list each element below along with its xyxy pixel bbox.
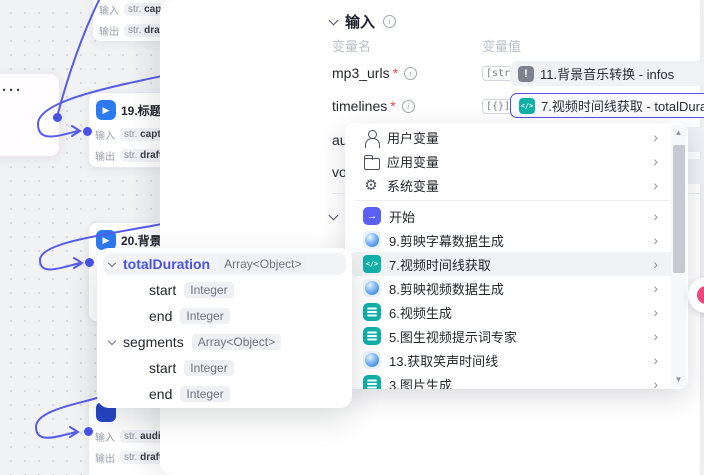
value-chip-timelines[interactable]: 7.视频时间线获取 - totalDuration	[510, 93, 704, 118]
output-label: 输出	[99, 23, 119, 38]
chevron-right-icon	[653, 177, 658, 193]
type-badge: Integer	[180, 386, 229, 402]
info-icon[interactable]	[404, 67, 417, 80]
dropdown-scrollbar	[671, 125, 686, 387]
chevron-right-icon	[653, 376, 658, 389]
info-icon[interactable]	[383, 15, 396, 28]
plugin-icon	[363, 351, 381, 369]
variable-select-dropdown: 用户变量 应用变量 系统变量 开始 9.剪映字幕数据生成 7.视频时间线获取	[345, 123, 688, 389]
play-icon: ▶	[96, 230, 116, 250]
output-chip: str. draft	[124, 24, 163, 37]
menu-item-node-3[interactable]: 3.图片生成	[349, 372, 684, 389]
collapse-chevron-icon[interactable]	[329, 210, 339, 220]
code-node-icon	[519, 98, 535, 114]
required-asterisk: *	[393, 65, 398, 81]
type-badge: Array<Object>	[218, 256, 307, 272]
node-output-row: 输出 str. draft	[89, 447, 169, 468]
menu-item-node-7[interactable]: 7.视频时间线获取	[349, 252, 684, 276]
chevron-right-icon	[653, 153, 658, 169]
tree-row-start[interactable]: start Integer	[103, 277, 346, 303]
value-chip-mp3-urls[interactable]: 11.背景音乐转换 - infos	[510, 61, 704, 86]
code-node-icon	[363, 255, 381, 273]
type-badge: Integer	[184, 360, 233, 376]
input-section-header: 输入	[330, 11, 396, 32]
node-output-row: 输出 str. draft	[89, 145, 169, 166]
menu-item-start-node[interactable]: 开始	[349, 204, 684, 228]
input-section-title: 输入	[345, 11, 375, 32]
var-name-timelines: timelines*	[332, 98, 415, 114]
start-node-icon	[363, 207, 381, 225]
scrollbar-thumb[interactable]	[673, 145, 685, 273]
node-19-title: 19.标题	[121, 102, 162, 119]
node-19[interactable]: ▶ 19.标题 输入 str. capt 输出 str. draft	[88, 92, 170, 168]
layers-icon	[363, 327, 381, 345]
column-variable-value: 变量值	[482, 36, 521, 55]
chevron-right-icon	[653, 280, 658, 296]
type-badge: Array<Object>	[192, 334, 281, 350]
required-asterisk: *	[390, 98, 395, 114]
chevron-down-icon[interactable]	[108, 258, 116, 266]
output-port[interactable]	[53, 113, 62, 122]
menu-divider	[355, 200, 678, 201]
folder-icon	[363, 153, 379, 169]
type-badge: Integer	[180, 308, 229, 324]
info-icon[interactable]	[402, 100, 415, 113]
node-input-row: 输入 str. capt	[89, 124, 169, 145]
play-icon: ▶	[96, 100, 116, 120]
layers-icon	[363, 303, 381, 321]
node-20-input-port[interactable]	[85, 258, 94, 267]
node-input-row: 输入 str. audi	[89, 426, 169, 447]
node-20-title: 20.背景	[121, 232, 162, 249]
chevron-right-icon	[653, 208, 658, 224]
menu-item-node-5[interactable]: 5.图生视频提示词专家	[349, 324, 684, 348]
menu-item-system-variables[interactable]: 系统变量	[349, 173, 684, 197]
workflow-editor: ··· 输入 str. capt 输出 str. draft ▶ 19.标题 输…	[0, 0, 704, 475]
menu-item-node-6[interactable]: 6.视频生成	[349, 300, 684, 324]
input-chip: str. capt	[124, 3, 163, 16]
tree-row-end[interactable]: end Integer	[103, 381, 346, 407]
chevron-right-icon	[653, 304, 658, 320]
node-output-row: 输出 str. draft	[93, 20, 169, 41]
tree-row-segments[interactable]: segments Array<Object>	[103, 329, 346, 355]
node-19-header: ▶ 19.标题	[89, 93, 169, 124]
collapse-chevron-icon[interactable]	[329, 15, 339, 25]
menu-item-node-8[interactable]: 8.剪映视频数据生成	[349, 276, 684, 300]
gear-icon	[363, 177, 379, 193]
layers-icon	[363, 375, 381, 389]
input-label: 输入	[99, 2, 119, 17]
column-variable-name: 变量名	[332, 36, 371, 55]
var-name-mp3-urls: mp3_urls*	[332, 65, 417, 81]
output-schema-popup: totalDuration Array<Object> start Intege…	[97, 248, 352, 408]
menu-item-user-variables[interactable]: 用户变量	[349, 125, 684, 149]
scroll-down-icon[interactable]	[671, 372, 686, 387]
warning-icon	[518, 66, 534, 82]
chevron-right-icon	[653, 328, 658, 344]
menu-item-app-variables[interactable]: 应用变量	[349, 149, 684, 173]
tree-row-end[interactable]: end Integer	[103, 303, 346, 329]
node-input-row: 输入 str. capt	[93, 0, 169, 20]
type-badge: Integer	[184, 282, 233, 298]
chevron-down-icon[interactable]	[108, 336, 116, 344]
menu-item-node-9[interactable]: 9.剪映字幕数据生成	[349, 228, 684, 252]
collapsed-node[interactable]: ···	[0, 73, 60, 157]
chevron-right-icon	[653, 352, 658, 368]
user-icon	[363, 129, 379, 145]
menu-item-node-13[interactable]: 13.获取笑声时间线	[349, 348, 684, 372]
ellipsis-label: ···	[2, 82, 23, 99]
chevron-right-icon	[653, 129, 658, 145]
chevron-right-icon	[653, 232, 658, 248]
tree-row-totalduration[interactable]: totalDuration Array<Object>	[103, 253, 346, 275]
chevron-right-icon	[653, 256, 658, 272]
plugin-icon	[363, 279, 381, 297]
tree-row-start[interactable]: start Integer	[103, 355, 346, 381]
node-top-partial[interactable]: 输入 str. capt 输出 str. draft	[92, 0, 170, 42]
node-19-input-port[interactable]	[83, 127, 92, 136]
plugin-icon	[363, 231, 381, 249]
scroll-up-icon[interactable]	[671, 125, 686, 140]
node-22-input-port[interactable]	[84, 427, 93, 436]
